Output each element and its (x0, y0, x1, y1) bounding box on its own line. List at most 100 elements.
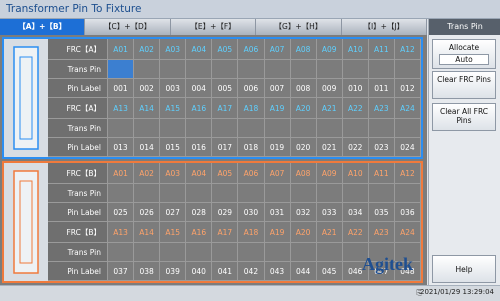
allocate-label: Allocate (448, 43, 480, 52)
trans-pin-cell[interactable] (342, 60, 369, 79)
trans-pin-cell[interactable] (108, 119, 135, 138)
trans-pin-cell[interactable] (316, 243, 343, 262)
pin-label-cell: 041 (212, 262, 239, 281)
trans-pin-cell[interactable] (264, 243, 291, 262)
frc-a-panel: FRC【A】 A01 A02 A03 A04 A05 A06 A07 A08 A09 A10 A11 A… (2, 37, 423, 159)
trans-pin-cell[interactable] (212, 119, 239, 138)
row-label: FRC【A】 (48, 39, 108, 60)
pin-label-cell: 024 (394, 138, 421, 157)
tab-cd[interactable]: 【C】+【D】 (85, 19, 171, 35)
trans-pin-cell[interactable] (160, 243, 187, 262)
trans-pin-cell[interactable] (160, 119, 187, 138)
allocate-button[interactable]: Allocate Auto (432, 39, 496, 69)
pin-label-cell: 042 (238, 262, 265, 281)
trans-pin-cell[interactable] (108, 184, 135, 203)
trans-pin-cell[interactable] (394, 60, 421, 79)
frc-pin-header: A22 (342, 98, 369, 119)
trans-pin-cell[interactable] (342, 184, 369, 203)
trans-pin-cell[interactable] (186, 60, 213, 79)
frc-b-panel: FRC【B】 A01 A02 A03 A04 A05 A06 A07 A08 A09 A10 A11 A… (2, 161, 423, 283)
clear-frc-button[interactable]: Clear FRC Pins (432, 71, 496, 99)
frc-pin-header: A06 (238, 39, 265, 60)
frc-pin-header: A08 (290, 39, 317, 60)
trans-pin-cell[interactable] (290, 243, 317, 262)
trans-pin-cell[interactable] (394, 184, 421, 203)
status-datetime: 2021/01/29 13:29:04 (419, 288, 494, 296)
trans-pin-cell[interactable] (160, 60, 187, 79)
trans-pin-cell[interactable] (264, 60, 291, 79)
fixture-b-thumbnail[interactable] (4, 163, 48, 281)
pin-label-cell: 011 (368, 79, 395, 98)
trans-pin-cell[interactable] (134, 243, 161, 262)
trans-pin-cell[interactable] (316, 184, 343, 203)
frc-pin-header: A13 (108, 98, 135, 119)
frc-pin-header: A13 (108, 222, 135, 243)
pin-label-cell: 018 (238, 138, 265, 157)
trans-pin-cell[interactable] (134, 119, 161, 138)
frc-pin-header: A16 (186, 222, 213, 243)
sidebar-header: Trans Pin (429, 19, 500, 35)
trans-pin-cell[interactable] (368, 60, 395, 79)
trans-pin-cell[interactable] (186, 243, 213, 262)
fixture-a-thumbnail[interactable] (4, 39, 48, 157)
trans-pin-cell[interactable] (238, 243, 265, 262)
trans-pin-cell[interactable] (290, 119, 317, 138)
pin-label-cell: 036 (394, 203, 421, 222)
row-label: Pin Label (48, 138, 108, 157)
frc-pin-header: A01 (108, 163, 135, 184)
trans-pin-cell[interactable] (160, 184, 187, 203)
frc-a-grid: FRC【A】 A01 A02 A03 A04 A05 A06 A07 A08 A09 A10 A11 A… (48, 39, 421, 157)
trans-pin-cell[interactable] (212, 60, 239, 79)
frc-pin-header: A10 (342, 163, 369, 184)
trans-pin-cell[interactable] (238, 119, 265, 138)
trans-pin-cell[interactable] (212, 184, 239, 203)
frc-pin-header: A07 (264, 39, 291, 60)
pin-label-cell: 006 (238, 79, 265, 98)
trans-pin-cell[interactable] (264, 119, 291, 138)
trans-pin-cell[interactable] (186, 119, 213, 138)
trans-pin-cell[interactable] (368, 184, 395, 203)
pin-label-cell: 034 (342, 203, 369, 222)
frc-pin-header: A16 (186, 98, 213, 119)
row-label: FRC【B】 (48, 222, 108, 243)
tab-gh[interactable]: 【G】+【H】 (256, 19, 342, 35)
trans-pin-cell[interactable] (316, 119, 343, 138)
trans-pin-cell[interactable] (134, 184, 161, 203)
frc-pin-header: A17 (212, 222, 239, 243)
tab-ab[interactable]: 【A】+【B】 (0, 19, 86, 35)
pin-label-cell: 020 (290, 138, 317, 157)
row-label: Trans Pin (48, 184, 108, 203)
pin-label-cell: 028 (186, 203, 213, 222)
trans-pin-cell[interactable] (316, 60, 343, 79)
trans-pin-cell[interactable] (290, 184, 317, 203)
row-label: Pin Label (48, 262, 108, 281)
page-title: Transformer Pin To Fixture (6, 3, 142, 15)
pin-label-cell: 012 (394, 79, 421, 98)
trans-pin-cell[interactable] (394, 119, 421, 138)
pin-label-cell: 044 (290, 262, 317, 281)
tab-strip: 【A】+【B】 【C】+【D】 【E】+【F】 【G】+【H】 【I】+【J】 (0, 19, 428, 35)
trans-pin-cell[interactable] (108, 243, 135, 262)
frc-pin-header: A04 (186, 163, 213, 184)
trans-pin-cell[interactable] (238, 60, 265, 79)
help-button[interactable]: Help (432, 255, 496, 283)
trans-pin-cell[interactable] (134, 60, 161, 79)
frc-pin-header: A19 (264, 98, 291, 119)
trans-pin-cell[interactable] (238, 184, 265, 203)
trans-pin-cell[interactable] (108, 60, 135, 79)
tab-ef[interactable]: 【E】+【F】 (170, 19, 257, 35)
frc-pin-header: A18 (238, 222, 265, 243)
pin-label-cell: 038 (134, 262, 161, 281)
pin-label-cell: 045 (316, 262, 343, 281)
row-label: Trans Pin (48, 243, 108, 262)
trans-pin-cell[interactable] (264, 184, 291, 203)
frc-pin-header: A03 (160, 39, 187, 60)
frc-pin-header: A06 (238, 163, 265, 184)
trans-pin-cell[interactable] (368, 119, 395, 138)
trans-pin-cell[interactable] (186, 184, 213, 203)
trans-pin-cell[interactable] (290, 60, 317, 79)
tab-ij[interactable]: 【I】+【J】 (341, 19, 428, 35)
clear-all-frc-button[interactable]: Clear All FRC Pins (432, 103, 496, 131)
trans-pin-cell[interactable] (342, 119, 369, 138)
trans-pin-cell[interactable] (212, 243, 239, 262)
